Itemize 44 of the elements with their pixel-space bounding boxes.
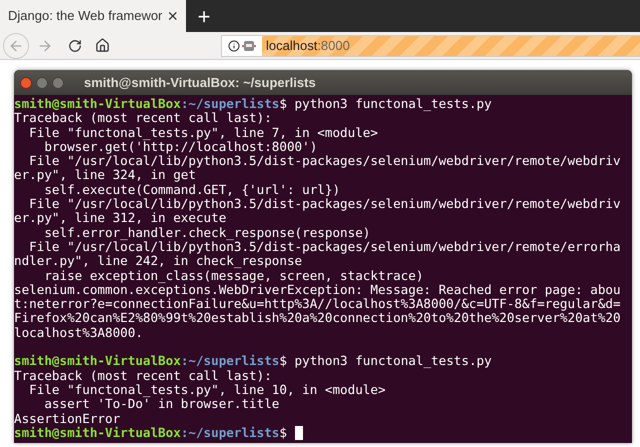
address-bar[interactable]: localhost:8000	[221, 34, 640, 56]
output-line: localhost%3A8000.	[14, 326, 144, 340]
output-line: assert 'To-Do' in browser.title	[43, 397, 280, 412]
output-line: AssertionError	[14, 412, 122, 426]
new-tab-button[interactable]: +	[186, 0, 222, 32]
output-line: raise exception_class(message, screen, stacktrace)	[44, 268, 424, 283]
output-line: selenium.common.exceptions.WebDriverException: Message: Reached error page: abou	[14, 282, 622, 298]
output-line: Traceback (most recent call last):	[14, 368, 272, 383]
maximize-window-button[interactable]	[52, 76, 64, 88]
minimize-window-button[interactable]	[36, 76, 48, 88]
reload-button[interactable]	[68, 38, 82, 52]
output-line: File "/usr/local/lib/python3.5/dist-packages/selenium/webdriver/remote/webdriv	[28, 154, 622, 168]
close-window-button[interactable]	[20, 76, 32, 88]
url-text: localhost:8000	[266, 36, 350, 55]
output-line: er.py", line 312, in execute	[14, 211, 226, 226]
prompt-path: :~/superlists	[180, 354, 280, 369]
command-text: $ python3 functonal_tests.py	[279, 97, 492, 112]
prompt-path: :~/superlists	[180, 97, 280, 112]
output-line: File "/usr/local/lib/python3.5/dist-packages/selenium/webdriver/remote/errorha	[28, 240, 622, 254]
output-line: self.execute(Command.GET, {'url': url})	[44, 182, 342, 198]
window-title: smith@smith-VirtualBox: ~/superlists	[84, 74, 316, 92]
command-text: $ python3 functonal_tests.py	[279, 354, 492, 369]
output-line: Firefox%20can%E2%80%99t%20establish%20a%20connection%20to%20the%20server%20at%20	[14, 311, 622, 326]
output-line: er.py", line 324, in get	[14, 168, 196, 183]
output-line: browser.get('http://localhost:8000')	[43, 140, 318, 154]
home-button[interactable]	[95, 38, 110, 53]
output-line: File "/usr/local/lib/python3.5/dist-packages/selenium/webdriver/remote/webdriv	[28, 197, 622, 212]
close-tab-button[interactable]: ×	[167, 7, 178, 25]
tab-title: Django: the Web framewor	[8, 7, 164, 26]
prompt-path: :~/superlists	[180, 426, 280, 440]
output-line: Traceback (most recent call last):	[14, 111, 272, 126]
output-line: t:neterror?e=connectionFailure&u=http%3A//localhost%3A8000/&c=UTF-8&f=regular&d=	[14, 297, 622, 312]
output-line: File "functonal_tests.py", line 7, in <module>	[28, 126, 379, 140]
info-icon	[228, 40, 240, 52]
output-line: ndler.py", line 242, in check_response	[14, 254, 302, 269]
prompt-user: smith@smith-VirtualBox	[14, 426, 181, 440]
browser-tab[interactable]: Django: the Web framewor ×	[0, 0, 186, 32]
prompt-user: smith@smith-VirtualBox	[14, 354, 181, 369]
forward-button[interactable]	[37, 38, 53, 54]
back-button[interactable]	[3, 32, 29, 58]
prompt-user: smith@smith-VirtualBox	[14, 97, 181, 112]
output-line: self.error_handler.check_response(response)	[44, 226, 372, 240]
command-text: $	[279, 426, 288, 440]
output-line: File "functonal_tests.py", line 10, in <module>	[28, 382, 387, 398]
